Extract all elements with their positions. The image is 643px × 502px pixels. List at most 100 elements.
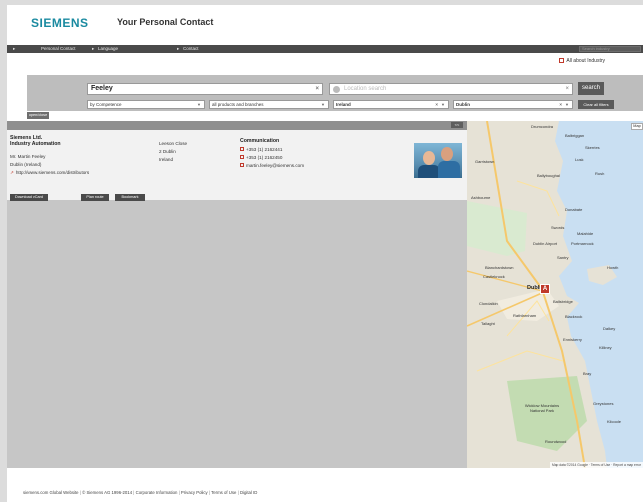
map-label: Lusk bbox=[575, 157, 584, 162]
map-label: Howth bbox=[607, 265, 619, 270]
division-label: Industry Automation bbox=[10, 141, 61, 147]
fax-value: +353 (1) 2162450 bbox=[246, 155, 283, 160]
products-value: all products and branches bbox=[212, 102, 264, 107]
map-attribution[interactable]: Map data ©2014 Google · Terms of Use · R… bbox=[549, 462, 643, 468]
open-close-button[interactable]: open/close bbox=[27, 112, 49, 119]
siemens-logo[interactable]: SIEMENS bbox=[31, 16, 89, 30]
map-label: Greystones bbox=[593, 401, 614, 406]
country-select[interactable]: Ireland × ▼ bbox=[333, 100, 449, 109]
page-footer: siemens.com Global Website | © Siemens A… bbox=[23, 490, 257, 495]
person-face bbox=[423, 151, 435, 165]
person-face bbox=[441, 147, 453, 161]
external-link-icon: ↗ bbox=[10, 170, 14, 175]
products-select[interactable]: all products and branches ▼ bbox=[209, 100, 329, 109]
nav-search-input[interactable]: Search industry bbox=[579, 46, 641, 52]
clear-location-icon[interactable]: × bbox=[565, 84, 569, 94]
clear-all-filters-button[interactable]: Clear all filters bbox=[578, 100, 614, 109]
keyword-input[interactable]: Feeley × bbox=[87, 83, 323, 95]
chevron-down-icon: ▼ bbox=[197, 102, 201, 107]
results-panel: << Siemens Ltd. Industry Automation Mr. … bbox=[7, 121, 467, 468]
nav-item-personal-contact[interactable]: Personal Contact bbox=[41, 45, 76, 53]
header: SIEMENS Your Personal Contact bbox=[7, 5, 643, 45]
collapse-button[interactable]: << bbox=[451, 122, 463, 128]
map-label: Bray bbox=[583, 371, 592, 376]
phone-icon bbox=[240, 147, 244, 151]
nav-arrow-icon: ▸ bbox=[92, 46, 95, 51]
map-label: Swords bbox=[551, 225, 565, 230]
address-line-2: 2 Dublin bbox=[159, 149, 176, 154]
location-marker-icon[interactable]: A bbox=[540, 284, 550, 294]
search-button[interactable]: search bbox=[578, 82, 604, 95]
industry-link[interactable]: All about Industry bbox=[559, 58, 605, 64]
fax-line: +353 (1) 2162450 bbox=[240, 155, 282, 160]
location-search-input[interactable]: Location search × bbox=[329, 83, 573, 95]
location-placeholder: Location search bbox=[344, 86, 387, 92]
map-label: Rathfarnham bbox=[513, 313, 537, 318]
address-line-1: Leeson Close bbox=[159, 141, 188, 146]
map-label: Dalkey bbox=[603, 326, 616, 331]
footer-link: © Siemens AG 1996-2014 bbox=[82, 490, 133, 495]
nav-item-contact[interactable]: Contact bbox=[183, 45, 199, 53]
city-select[interactable]: Dublin × ▼ bbox=[453, 100, 573, 109]
plan-route-button[interactable]: Plan route bbox=[81, 194, 109, 201]
phone-value: +353 (1) 2162441 bbox=[246, 147, 283, 152]
chevron-down-icon: ▼ bbox=[565, 102, 569, 107]
website-url: http://www.siemens.com/distributors bbox=[15, 170, 90, 175]
address-line-3: Ireland bbox=[159, 157, 174, 162]
competence-select[interactable]: by Competence ▼ bbox=[87, 100, 205, 109]
footer-link[interactable]: Terms of Use bbox=[211, 490, 236, 495]
email-value: martin.feeley@siemens.com bbox=[246, 163, 305, 168]
country-value: Ireland bbox=[336, 102, 351, 107]
email-line[interactable]: martin.feeley@siemens.com bbox=[240, 163, 304, 168]
map-label: Wicklow Mountains National Park bbox=[524, 403, 560, 413]
nav-bar: ▸ Personal Contact ▸ Language ▸ Contact … bbox=[7, 45, 643, 53]
clear-keyword-icon[interactable]: × bbox=[315, 84, 319, 94]
company-name: Siemens Ltd. Industry Automation bbox=[10, 135, 61, 147]
map-type-button[interactable]: Map bbox=[631, 123, 643, 130]
map-label: Ballyboughal bbox=[537, 173, 560, 178]
industry-link-label: All about Industry bbox=[566, 58, 605, 64]
nav-item-language[interactable]: Language bbox=[98, 45, 118, 53]
download-vcard-button[interactable]: Download vCard bbox=[10, 194, 48, 201]
map-label: Enniskerry bbox=[563, 337, 582, 342]
map-label: Balbriggan bbox=[565, 133, 585, 138]
bookmark-button[interactable]: Bookmark bbox=[115, 194, 145, 201]
communication-title: Communication bbox=[240, 138, 280, 144]
map-label: Blanchardstown bbox=[485, 265, 514, 270]
map-label: Tallaght bbox=[481, 321, 495, 326]
map-label: Ballsbridge bbox=[553, 299, 573, 304]
results-header-bar: << bbox=[7, 121, 467, 130]
footer-link[interactable]: Corporate Information bbox=[136, 490, 178, 495]
map-label: Dublin Airport bbox=[533, 241, 558, 246]
footer-link[interactable]: siemens.com Global Website bbox=[23, 490, 79, 495]
footer-link[interactable]: Privacy Policy bbox=[181, 490, 208, 495]
map-label: Santry bbox=[557, 255, 569, 260]
map-label: Donabate bbox=[565, 207, 583, 212]
search-panel: Feeley × Location search × search by Com… bbox=[27, 75, 643, 111]
contact-city: Dublin (Ireland) bbox=[10, 162, 42, 167]
competence-value: by Competence bbox=[90, 102, 122, 107]
keyword-value: Feeley bbox=[91, 85, 113, 92]
map-label: Rush bbox=[595, 171, 605, 176]
phone-line[interactable]: +353 (1) 2162441 bbox=[240, 147, 282, 152]
map-label: Garristown bbox=[475, 159, 495, 164]
map-label: Kilcoole bbox=[607, 419, 622, 424]
nav-arrow-icon: ▸ bbox=[177, 46, 180, 51]
map-label: Skerries bbox=[585, 145, 600, 150]
person-shape bbox=[418, 165, 440, 178]
city-value: Dublin bbox=[456, 102, 470, 107]
clear-country-icon[interactable]: × bbox=[435, 101, 438, 108]
nav-arrow-icon: ▸ bbox=[13, 46, 16, 51]
footer-link[interactable]: Digital ID bbox=[240, 490, 257, 495]
map-label: Drumcondra bbox=[531, 124, 554, 129]
website-link[interactable]: ↗ http://www.siemens.com/distributors bbox=[10, 170, 89, 176]
map-panel[interactable]: Map Drumcondra Balbriggan Skerries Garri… bbox=[467, 121, 643, 468]
clear-city-icon[interactable]: × bbox=[559, 101, 562, 108]
contact-photo bbox=[414, 143, 462, 178]
contact-name: Mr. Martin Feeley bbox=[10, 154, 46, 159]
person-shape bbox=[438, 161, 460, 178]
map-label: Portmarnock bbox=[571, 241, 594, 246]
map-label: Roundwood bbox=[545, 439, 567, 444]
fax-icon bbox=[240, 155, 244, 159]
map-label: Blackrock bbox=[565, 314, 583, 319]
